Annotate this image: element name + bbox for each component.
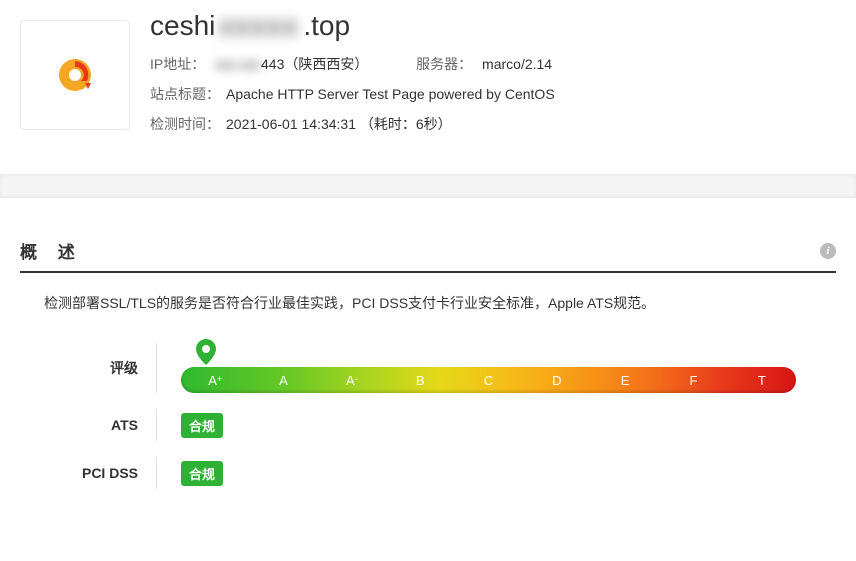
ip-port-location: 443（陕西西安） xyxy=(261,56,368,72)
overview-section: 概 述 i 检测部署SSL/TLS的服务是否符合行业最佳实践，PCI DSS支付… xyxy=(0,198,856,535)
pci-label: PCI DSS xyxy=(80,465,156,481)
ip-row: IP地址： xxx.xxx443（陕西西安） 服务器： marco/2.14 xyxy=(150,54,836,74)
grade-label: 评级 xyxy=(80,358,156,378)
domain-prefix: ceshi xyxy=(150,10,215,42)
grade-row: 评级 A+AA-BCDEFT xyxy=(80,343,796,393)
detect-time-row: 检测时间： 2021-06-01 14:34:31 （耗时：6秒） xyxy=(150,114,836,134)
info-icon[interactable]: i xyxy=(820,243,836,259)
detect-time-value: 2021-06-01 14:34:31 （耗时：6秒） xyxy=(226,116,452,132)
site-title-value: Apache HTTP Server Test Page powered by … xyxy=(226,86,555,102)
grade-bar: A+AA-BCDEFT xyxy=(181,367,796,393)
site-favicon-icon xyxy=(55,55,95,95)
domain-obscured: xxxxx xyxy=(219,10,299,42)
overview-title: 概 述 xyxy=(20,238,83,263)
pci-content: 合规 xyxy=(156,457,796,489)
site-logo-box xyxy=(20,20,130,130)
ats-label: ATS xyxy=(80,417,156,433)
server-value: marco/2.14 xyxy=(482,56,552,72)
section-divider xyxy=(0,174,856,198)
site-title-label: 站点标题： xyxy=(150,86,220,102)
ats-badge: 合规 xyxy=(181,413,223,438)
domain-suffix: .top xyxy=(303,10,350,42)
grade-content: A+AA-BCDEFT xyxy=(156,343,796,393)
site-info-column: ceshixxxxx.top IP地址： xxx.xxx443（陕西西安） 服务… xyxy=(150,10,836,144)
grade-cell: T xyxy=(728,373,796,388)
overview-header: 概 述 i xyxy=(20,238,836,273)
pci-row: PCI DSS 合规 xyxy=(80,457,796,489)
grade-cell: A- xyxy=(318,373,386,388)
overview-description: 检测部署SSL/TLS的服务是否符合行业最佳实践，PCI DSS支付卡行业安全标… xyxy=(44,293,836,313)
ip-obscured: xxx.xxx xyxy=(215,56,261,72)
domain-title: ceshixxxxx.top xyxy=(150,10,836,42)
site-title-row: 站点标题： Apache HTTP Server Test Page powere… xyxy=(150,84,836,104)
grade-cell: A+ xyxy=(181,373,249,388)
grade-cell: F xyxy=(659,373,727,388)
ats-row: ATS 合规 xyxy=(80,409,796,441)
ats-content: 合规 xyxy=(156,409,796,441)
grade-cell: E xyxy=(591,373,659,388)
grade-bar-wrap: A+AA-BCDEFT xyxy=(181,343,796,393)
rating-area: 评级 A+AA-BCDEFT ATS 合规 PCI DSS 合规 xyxy=(80,343,796,489)
header-section: ceshixxxxx.top IP地址： xxx.xxx443（陕西西安） 服务… xyxy=(0,0,856,174)
server-label: 服务器： xyxy=(416,56,472,72)
grade-cell: B xyxy=(386,373,454,388)
detect-time-label: 检测时间： xyxy=(150,116,220,132)
grade-cell: C xyxy=(454,373,522,388)
grade-cell: D xyxy=(523,373,591,388)
grade-cell: A xyxy=(249,373,317,388)
grade-pin-icon xyxy=(196,339,216,365)
ip-label: IP地址： xyxy=(150,56,205,72)
pci-badge: 合规 xyxy=(181,461,223,486)
